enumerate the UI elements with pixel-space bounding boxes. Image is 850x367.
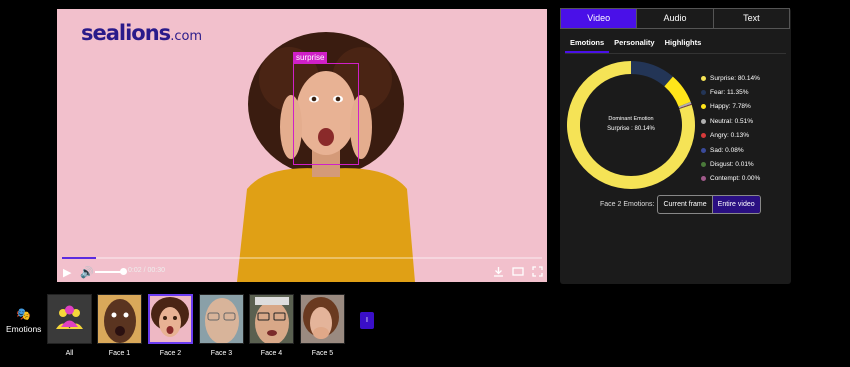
thumb-label-face-1: Face 1 [108,350,131,357]
legend-dot [701,162,706,168]
thumb-label-all: All [65,350,74,357]
legend-dot [701,133,706,139]
thumb-face-5[interactable] [300,294,345,344]
group-icon [56,305,83,329]
subtab-personality[interactable]: Personality [609,36,659,53]
next-button[interactable]: I [360,312,374,329]
legend-label: Contempt: 0.00% [710,175,761,183]
emotions-label: Emotions [6,324,42,334]
legend-dot [701,104,706,110]
face-emotions-row: Face 2 Emotions: Current frame Entire vi… [600,195,761,214]
face-4-image [250,295,293,343]
thumb-label-face-2: Face 2 [159,350,182,357]
legend-label: Disgust: 0.01% [710,161,754,169]
donut-title: Dominant Emotion [608,116,653,122]
thumb-label-face-4: Face 4 [260,350,283,357]
legend-label: Surprise: 80.14% [710,74,760,82]
face-emotions-label: Face 2 Emotions: [600,201,655,208]
donut-slice-fear [631,61,673,87]
thumb-label-face-5: Face 5 [311,350,334,357]
legend-item-surprise: Surprise: 80.14% [701,71,760,85]
legend-dot [701,90,706,96]
subtab-emotions[interactable]: Emotions [565,36,610,53]
legend-item-contempt: Contempt: 0.00% [701,172,760,186]
legend-label: Neutral: 0.51% [710,117,753,125]
donut-value: Surprise : 80.14% [607,126,655,132]
mode-tabs: Video Audio Text [560,8,790,29]
legend-item-happy: Happy: 7.78% [701,100,760,114]
legend-dot [701,176,706,182]
play-icon[interactable]: ▶ [63,266,71,279]
video-player[interactable]: sealions.com surprise ▶ 🔊 0:02 / 00:30 [57,9,547,282]
logo: sealions.com [81,21,203,45]
legend-label: Sad: 0.08% [710,146,744,154]
face-detection-box [293,63,359,165]
thumb-face-4[interactable] [249,294,294,344]
analysis-subtabs: Emotions Personality Highlights [565,36,706,53]
legend-label: Fear: 11.35% [710,89,749,97]
legend-label: Angry: 0.13% [710,132,750,140]
legend-dot [701,118,706,124]
face-detection-label: surprise [293,52,328,63]
thumb-face-1[interactable] [97,294,142,344]
legend-item-neutral: Neutral: 0.51% [701,114,760,128]
face-1-image [98,295,141,343]
thumb-face-3[interactable] [199,294,244,344]
progress-bar[interactable] [62,257,542,259]
face-2-image [150,296,191,342]
legend-item-fear: Fear: 11.35% [701,85,760,99]
subtab-divider [565,53,786,54]
analysis-panel: Video Audio Text Emotions Personality Hi… [560,8,791,284]
video-controls: ▶ 🔊 0:02 / 00:30 [57,257,547,282]
emotion-legend: Surprise: 80.14% Fear: 11.35% Happy: 7.78%… [701,71,760,186]
time-display: 0:02 / 00:30 [128,267,165,274]
face-3-image [200,295,243,343]
volume-slider[interactable] [95,271,123,273]
tab-audio[interactable]: Audio [637,9,714,28]
thumb-face-2[interactable] [148,294,193,344]
legend-item-disgust: Disgust: 0.01% [701,157,760,171]
fullscreen-icon[interactable] [532,266,543,280]
face-5-image [301,295,344,343]
masks-icon: 🎭 [16,307,31,321]
tab-video[interactable]: Video [561,9,638,28]
download-icon[interactable] [493,266,504,280]
legend-dot [701,75,706,81]
legend-item-angry: Angry: 0.13% [701,129,760,143]
legend-label: Happy: 7.78% [710,103,751,111]
volume-icon[interactable]: 🔊 [80,266,94,279]
thumb-label-face-3: Face 3 [210,350,233,357]
theater-mode-icon[interactable] [512,266,524,280]
legend-dot [701,147,706,153]
legend-item-sad: Sad: 0.08% [701,143,760,157]
entire-video-button[interactable]: Entire video [711,196,760,213]
emotions-toggle[interactable]: 🎭 Emotions [6,308,46,334]
current-frame-button[interactable]: Current frame [658,196,711,213]
emotion-donut-chart: Dominant Emotion Surprise : 80.14% [567,61,695,189]
progress-fill [62,257,96,259]
frame-scope-toggle: Current frame Entire video [657,195,761,214]
subtab-highlights[interactable]: Highlights [660,36,707,53]
thumb-all[interactable] [47,294,92,344]
volume-knob[interactable] [120,268,127,275]
tab-text[interactable]: Text [714,9,789,28]
